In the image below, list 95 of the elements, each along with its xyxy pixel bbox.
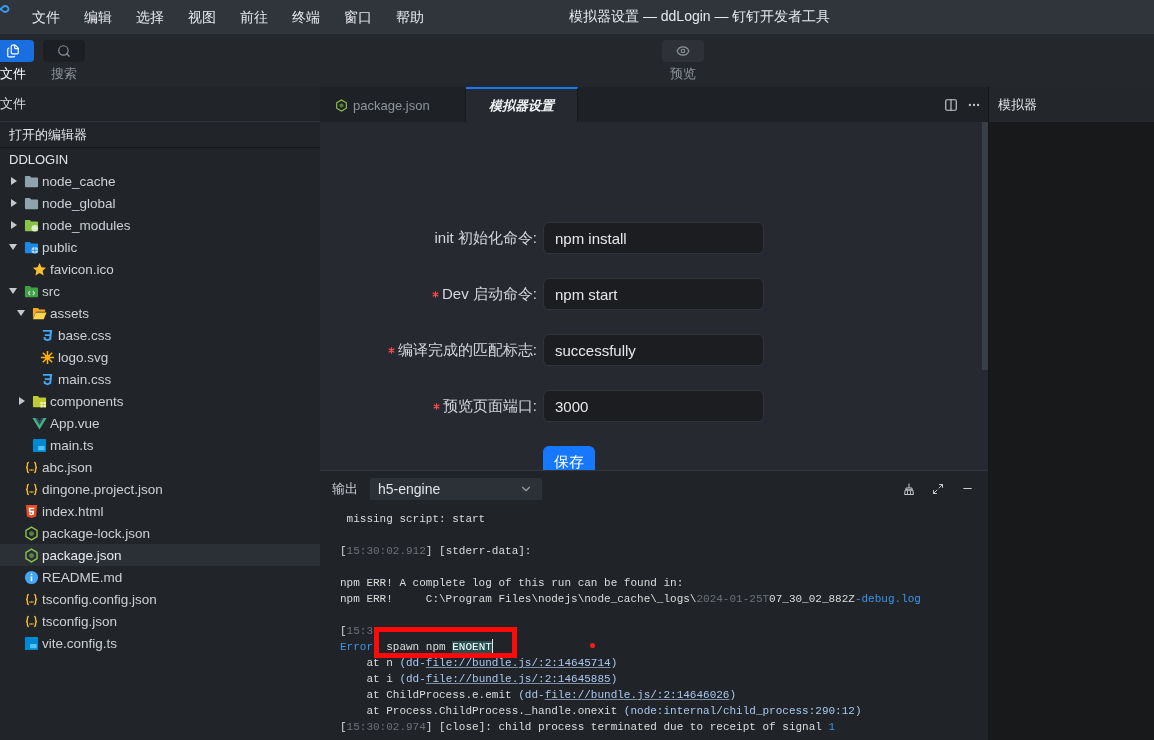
tree-item[interactable]: favicon.ico xyxy=(0,258,320,280)
log-line: missing script: start xyxy=(345,512,486,527)
log-line: at Process.ChildProcess._handle.onexit (node:internal/child_process:290:12) xyxy=(365,704,862,719)
panel-title: 输出 xyxy=(332,479,358,498)
tree-item[interactable]: node_global xyxy=(0,192,320,214)
section-header[interactable]: DDLOGIN xyxy=(9,151,69,167)
input-field[interactable]: npm install xyxy=(543,222,764,254)
tree-item[interactable]: index.html xyxy=(0,500,320,522)
scrollbar-thumb[interactable] xyxy=(982,122,988,370)
tree-item[interactable]: node_cache xyxy=(0,170,320,192)
tree-item[interactable]: main.css xyxy=(0,368,320,390)
menu-item[interactable]: 帮助 xyxy=(384,0,436,34)
split-editor-icon[interactable] xyxy=(944,97,958,112)
braces-icon xyxy=(24,613,39,629)
log-line: at n (dd-file://bundle.js/:2:14645714) xyxy=(365,656,618,671)
folder-globe-icon xyxy=(24,239,39,255)
log-line: Error spawn npm ENOENT xyxy=(340,639,493,655)
channel-dropdown[interactable]: h5-engine xyxy=(370,477,542,500)
preview-button[interactable]: 预览 xyxy=(662,40,704,81)
log-line: [15:30:02.912] [stderr-data]: xyxy=(340,544,532,559)
panel-title: 模拟器 xyxy=(998,95,1037,114)
html-file-icon xyxy=(24,503,39,519)
editor-tab[interactable]: 模拟器设置 xyxy=(465,87,578,122)
log-line: [15:3 xyxy=(340,624,373,639)
tree-item[interactable]: main.ts xyxy=(0,434,320,456)
files-icon xyxy=(0,40,34,62)
star-icon xyxy=(32,261,47,277)
tree-item[interactable]: tsconfig.json xyxy=(0,610,320,632)
file-link[interactable]: file://bundle.js/:2:14646026 xyxy=(544,689,730,701)
tree-item[interactable]: package.json xyxy=(0,544,320,566)
field-label: 编译完成的匹配标志: xyxy=(397,340,537,360)
folder-icon xyxy=(24,173,39,189)
hexagon-icon xyxy=(335,99,348,112)
log-line: at i (dd-file://bundle.js/:2:14645885) xyxy=(365,672,618,687)
log-line: [15:30:02.974] [close]: child process terminated due to receipt of signal 1 xyxy=(340,720,836,735)
field-label: init 初始化命令: xyxy=(434,228,537,248)
broom-icon[interactable] xyxy=(903,482,915,495)
eye-icon xyxy=(662,40,704,62)
tree-item[interactable]: dingone.project.json xyxy=(0,478,320,500)
window-title: 模拟器设置 — ddLogin — 钉钉开发者工具 xyxy=(569,8,831,26)
tree-item[interactable]: abc.json xyxy=(0,456,320,478)
tree-item[interactable]: tsconfig.config.json xyxy=(0,588,320,610)
folder-code-icon xyxy=(24,283,39,299)
section-header[interactable]: 打开的编辑器 xyxy=(9,125,87,144)
menu-item[interactable]: 终端 xyxy=(280,0,332,34)
log-line: npm ERR! C:\Program Files\nodejs\node_cache\_logs\2024-01-25T07_30_02_882Z-debug.log xyxy=(340,592,921,607)
folder-icon xyxy=(24,195,39,211)
save-button[interactable]: 保存 xyxy=(543,446,595,470)
tree-item[interactable]: App.vue xyxy=(0,412,320,434)
maximize-icon[interactable] xyxy=(932,482,944,495)
folder-grid-icon xyxy=(32,393,47,409)
field-label: 预览页面端口: xyxy=(442,396,537,416)
field-label: Dev 启动命令: xyxy=(442,284,537,304)
tree-item[interactable]: src xyxy=(0,280,320,302)
sidebar-title: 文件 xyxy=(0,95,26,113)
tree-item[interactable]: assets xyxy=(0,302,320,324)
tree-item[interactable]: package-lock.json xyxy=(0,522,320,544)
search-button[interactable]: 搜索 xyxy=(43,40,85,81)
css-file-icon xyxy=(40,371,55,387)
input-field[interactable]: 3000 xyxy=(543,390,764,422)
tree-item[interactable]: public xyxy=(0,236,320,258)
info-icon xyxy=(24,569,39,585)
log-line: npm ERR! A complete log of this run can be found in: xyxy=(340,576,684,591)
menu-item[interactable]: 选择 xyxy=(124,0,176,34)
tree-item[interactable]: components xyxy=(0,390,320,412)
sun-icon xyxy=(40,349,55,365)
tree-item[interactable]: base.css xyxy=(0,324,320,346)
logo-icon xyxy=(0,4,10,14)
files-button[interactable]: 文件 xyxy=(0,40,34,81)
text-cursor-icon xyxy=(491,639,493,653)
menu-item[interactable]: 编辑 xyxy=(72,0,124,34)
tree-item[interactable]: README.md xyxy=(0,566,320,588)
ts-file-icon xyxy=(32,437,47,453)
tree-item[interactable]: vite.config.ts xyxy=(0,632,320,654)
css-file-icon xyxy=(40,327,55,343)
file-link[interactable]: file://bundle.js/:2:14645885 xyxy=(425,673,611,685)
file-link[interactable]: file://bundle.js/:2:14645714 xyxy=(425,657,611,669)
menu-item[interactable]: 窗口 xyxy=(332,0,384,34)
braces-icon xyxy=(24,481,39,497)
braces-icon xyxy=(24,591,39,607)
menu-item[interactable]: 前往 xyxy=(228,0,280,34)
open-folder-icon xyxy=(32,305,47,321)
tree-item[interactable]: node_modules xyxy=(0,214,320,236)
braces-icon xyxy=(24,459,39,475)
hexagon-icon xyxy=(24,547,39,563)
input-field[interactable]: successfully xyxy=(543,334,764,366)
log-line: at ChildProcess.e.emit (dd-file://bundle.js/:2:14646026) xyxy=(365,688,737,703)
input-field[interactable]: npm start xyxy=(543,278,764,310)
menu-item[interactable]: 视图 xyxy=(176,0,228,34)
vue-file-icon xyxy=(32,415,47,431)
menu-item[interactable]: 文件 xyxy=(20,0,72,34)
search-icon xyxy=(43,40,85,62)
ts-file-icon xyxy=(24,635,39,651)
hexagon-icon xyxy=(24,525,39,541)
tree-item[interactable]: logo.svg xyxy=(0,346,320,368)
